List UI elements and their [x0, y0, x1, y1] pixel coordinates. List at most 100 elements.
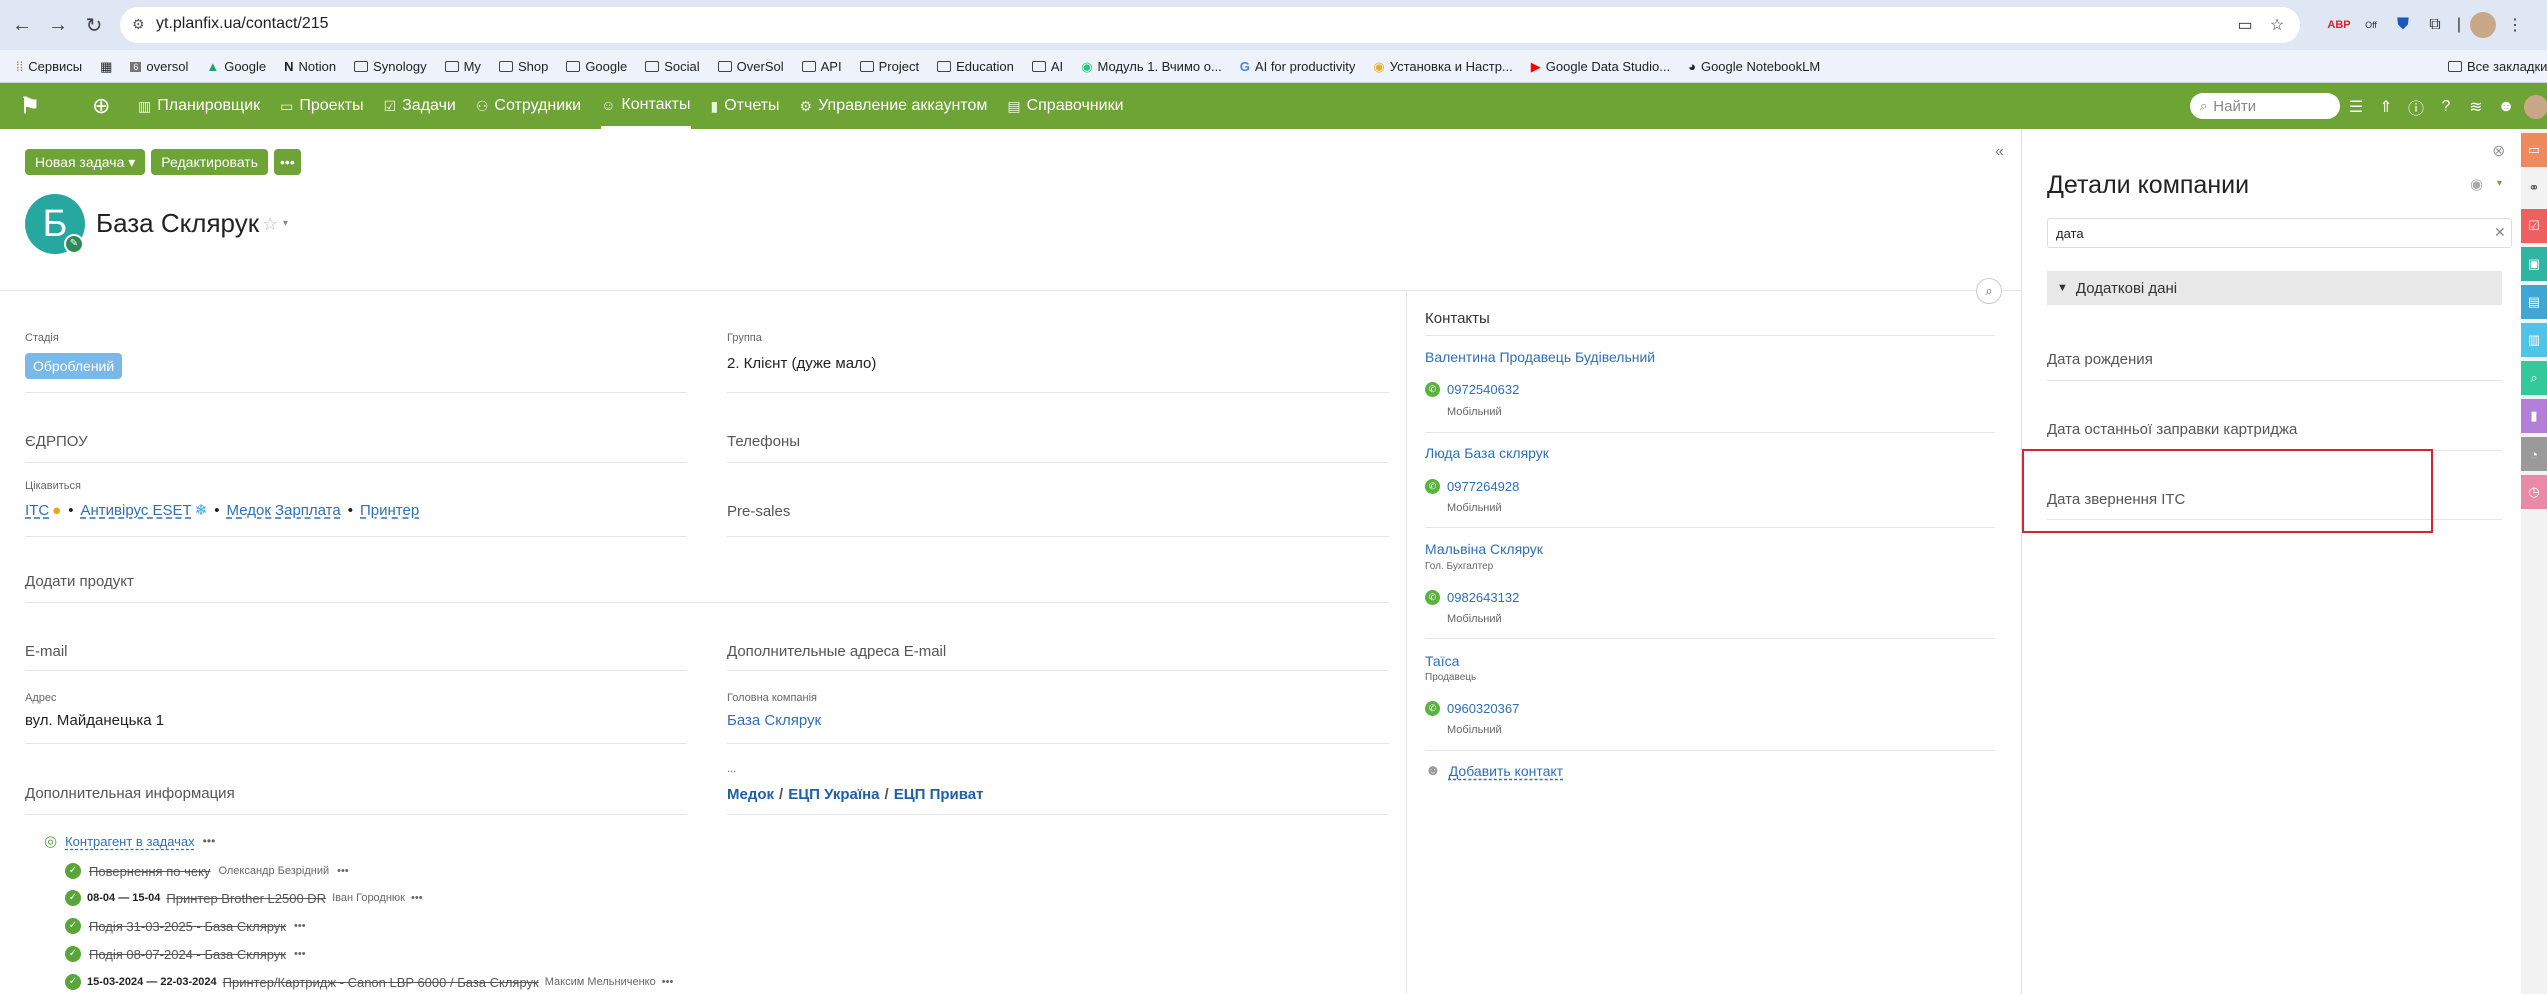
clear-icon[interactable]: ✕ — [2494, 224, 2506, 241]
nav-directories[interactable]: ▤ Справочники — [1007, 83, 1123, 129]
shield-icon[interactable]: ⛊ — [2390, 12, 2416, 38]
contact-phone-row[interactable]: ✆ 0960320367 — [1425, 701, 1519, 716]
bookmark-1[interactable]: ▦ — [100, 50, 112, 83]
nav-contacts[interactable]: ☺ Контакты — [601, 83, 691, 129]
phones-field[interactable]: Телефоны — [727, 433, 800, 450]
contact-phone-row[interactable]: ✆ 0982643132 — [1425, 590, 1519, 605]
close-panel-icon[interactable]: ⊗ — [2492, 141, 2505, 161]
nav-employees[interactable]: ⚇ Сотрудники — [476, 83, 581, 129]
extra-info-field[interactable]: Дополнительная информация — [25, 785, 235, 802]
adblock-icon[interactable]: ABP — [2326, 12, 2352, 38]
link-icon[interactable]: ⚭ — [2521, 171, 2547, 205]
edit-avatar-icon[interactable]: ✎ — [64, 234, 84, 254]
email-field[interactable]: E-mail — [25, 643, 68, 660]
user-avatar[interactable] — [2524, 95, 2547, 119]
add-contact[interactable]: ☻ Добавить контакт — [1425, 762, 1563, 779]
nav-projects[interactable]: ▭ Проекты — [280, 83, 363, 129]
gauge-icon[interactable]: ◔ — [2521, 437, 2547, 471]
contact-phone-row[interactable]: ✆ 0972540632 — [1425, 382, 1519, 397]
forward-icon[interactable]: → — [42, 9, 74, 41]
product-ecp-ukraine[interactable]: ЕЦП Україна — [788, 786, 879, 803]
task-row[interactable]: ✓ 08-04 — 15-04 Принтер Brother L2500 DR… — [65, 890, 423, 906]
bookmark-11[interactable]: API — [801, 50, 842, 83]
briefcase-icon[interactable]: ▣ — [2521, 247, 2547, 281]
reload-icon[interactable]: ↻ — [78, 9, 110, 41]
global-search[interactable]: ⌕ Найти — [2190, 93, 2340, 119]
contact-name[interactable]: Таїса — [1425, 653, 1459, 669]
nav-account[interactable]: ⚙ Управление аккаунтом — [800, 83, 988, 129]
comment-search-icon[interactable]: ⌕ — [1976, 278, 2002, 304]
interest-its[interactable]: ІТС — [25, 502, 49, 519]
nav-tasks[interactable]: ☑ Задачи — [384, 83, 456, 129]
bookmark-18[interactable]: ▶ Google Data Studio... — [1531, 50, 1670, 83]
help-icon[interactable]: ? — [2434, 98, 2458, 116]
site-info-icon[interactable]: ⚙ — [132, 16, 145, 33]
install-app-icon[interactable]: ▭ — [2232, 12, 2258, 38]
more-icon[interactable]: ••• — [294, 948, 306, 960]
address-bar[interactable]: ⚙ yt.planfix.ua/contact/215 ▭ ☆ — [120, 7, 2300, 43]
nav-reports[interactable]: ▮ Отчеты — [711, 83, 780, 129]
chart-icon[interactable]: ▮ — [2521, 399, 2547, 433]
extension-off-icon[interactable]: Off — [2358, 12, 2384, 38]
bookmark-2[interactable]: 6 oversol — [130, 50, 188, 83]
browser-menu-icon[interactable]: ⋮ — [2502, 12, 2528, 38]
product-medok[interactable]: Медок — [727, 786, 774, 803]
interest-eset[interactable]: Антивірус ESET — [81, 502, 192, 519]
chat-icon[interactable]: ▭ — [2521, 133, 2547, 167]
more-icon[interactable]: ••• — [203, 834, 216, 848]
bookmark-4[interactable]: N Notion — [284, 50, 336, 83]
add-icon[interactable]: ⊕ — [92, 93, 110, 119]
bookmark-9[interactable]: Social — [645, 50, 700, 83]
all-bookmarks[interactable]: Все закладки — [2448, 50, 2547, 83]
search-people-icon[interactable]: ⌕ — [2521, 361, 2547, 395]
task-icon[interactable]: ☑ — [2521, 209, 2547, 243]
task-row[interactable]: ✓ Подія 31-03-2025 - База Склярук ••• — [65, 918, 306, 934]
contact-name[interactable]: Валентина Продавець Будівельний — [1425, 349, 1655, 365]
extra-email-field[interactable]: Дополнительные адреса E-mail — [727, 643, 946, 660]
contact-phone-row[interactable]: ✆ 0977264928 — [1425, 479, 1519, 494]
clock-icon[interactable]: ◷ — [2521, 475, 2547, 509]
new-task-button[interactable]: Новая задача ▾ — [25, 149, 146, 175]
chevron-down-icon[interactable]: ▾ — [2497, 178, 2502, 189]
collapse-icon[interactable]: « — [1995, 143, 2004, 161]
more-icon[interactable]: ••• — [411, 892, 423, 904]
more-button[interactable]: ••• — [274, 149, 301, 175]
back-icon[interactable]: ← — [6, 9, 38, 41]
bookmark-6[interactable]: My — [444, 50, 481, 83]
presales-field[interactable]: Pre-sales — [727, 503, 790, 520]
task-row[interactable]: ✓ Повернення по чеку Олександр Безрідний… — [65, 863, 349, 879]
panel-search-input[interactable]: дата ✕ — [2047, 218, 2512, 248]
bookmark-13[interactable]: Education — [937, 50, 1014, 83]
bookmark-5[interactable]: Synology — [354, 50, 427, 83]
bookmark-10[interactable]: OverSol — [717, 50, 784, 83]
bookmark-12[interactable]: Project — [859, 50, 919, 83]
nav-planner[interactable]: ▥ Планировщик — [138, 83, 260, 129]
bookmark-7[interactable]: Shop — [498, 50, 548, 83]
bookmark-0[interactable]: ⁞⁞ Сервисы — [16, 50, 82, 83]
more-icon[interactable]: ••• — [337, 865, 349, 877]
extensions-icon[interactable]: ⧉ — [2422, 12, 2448, 38]
section-header[interactable]: ▼ Додаткові дані — [2047, 271, 2502, 305]
edit-button[interactable]: Редактировать — [151, 149, 269, 175]
bookmark-15[interactable]: ◉ Модуль 1. Вчимо о... — [1081, 50, 1222, 83]
rocket-icon[interactable]: ⇑ — [2374, 97, 2398, 117]
bookmark-16[interactable]: G AI for productivity — [1240, 50, 1356, 83]
edrpou-field[interactable]: ЄДРПОУ — [25, 433, 88, 450]
product-ecp-privat[interactable]: ЕЦП Приват — [894, 786, 984, 803]
panel-field-birthday[interactable]: Дата рождения — [2047, 351, 2153, 368]
bookmark-14[interactable]: AI — [1031, 50, 1063, 83]
contact-name[interactable]: Люда База склярук — [1425, 445, 1549, 461]
more-icon[interactable]: ••• — [662, 976, 674, 988]
stage-badge[interactable]: Оброблений — [25, 353, 123, 379]
panel-field-cartridge[interactable]: Дата останньої заправки картриджа — [2047, 421, 2297, 438]
bookmark-3[interactable]: ▲ Google — [206, 50, 266, 83]
bookmark-17[interactable]: ◉ Установка и Настр... — [1373, 50, 1512, 83]
favorite-star-icon[interactable]: ☆ — [262, 214, 278, 235]
info-icon[interactable]: ⓘ — [2404, 95, 2428, 119]
task-row[interactable]: ✓ Подія 08-07-2024 - База Склярук ••• — [65, 946, 306, 962]
bookmark-8[interactable]: Google — [566, 50, 627, 83]
bookmark-19[interactable]: ◕ Google NotebookLM — [1688, 50, 1820, 83]
menu-icon[interactable]: ☰ — [2344, 97, 2368, 117]
add-product-field[interactable]: Додати продукт — [25, 573, 134, 590]
layers-icon[interactable]: ≋ — [2464, 97, 2488, 117]
